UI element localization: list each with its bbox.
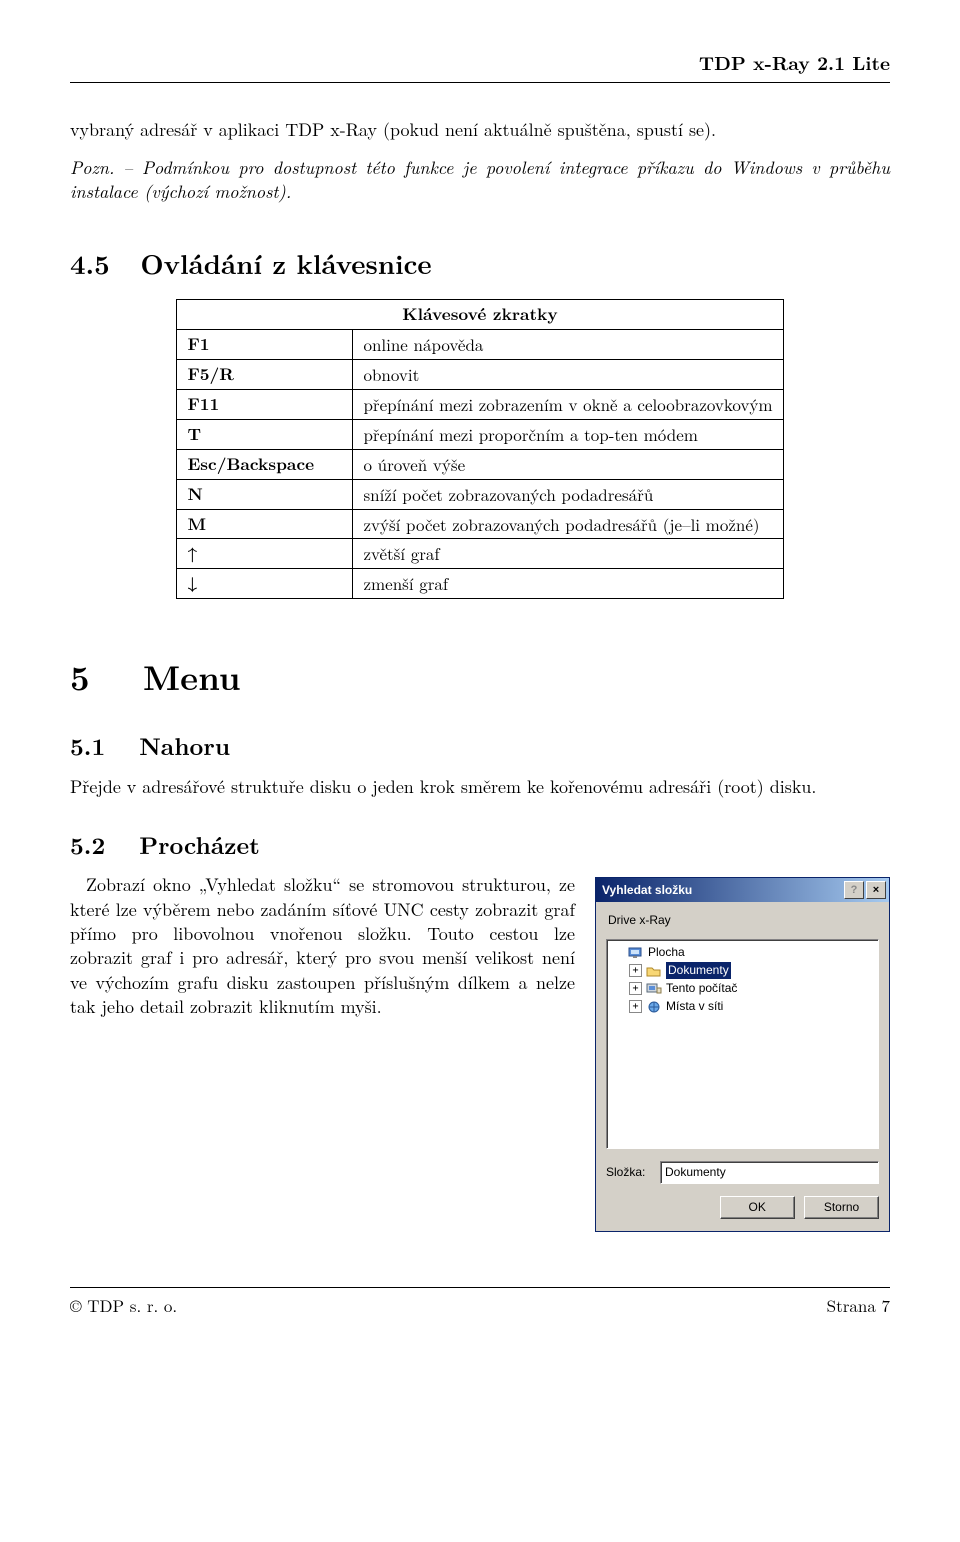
dialog-titlebar[interactable]: Vyhledat složku ? × xyxy=(596,878,889,902)
paragraph: vybraný adresář v aplikaci TDP x-Ray (po… xyxy=(70,118,890,142)
browse-folder-dialog: Vyhledat složku ? × Drive x-Ray Plocha + xyxy=(595,877,890,1231)
network-icon xyxy=(646,1000,662,1014)
page-footer: © TDP s. r. o. Strana 7 xyxy=(70,1287,890,1317)
folder-tree[interactable]: Plocha + Dokumenty + Tento počítač xyxy=(606,939,879,1149)
page-header: TDP x-Ray 2.1 Lite xyxy=(70,50,890,83)
cancel-button[interactable]: Storno xyxy=(804,1196,879,1219)
expand-icon[interactable]: + xyxy=(629,964,642,977)
section-number: 4.5 xyxy=(70,245,130,281)
section-title: Menu xyxy=(143,652,240,701)
paragraph: Zobrazí okno „Vyhledat složku“ se stromo… xyxy=(70,873,575,1019)
computer-icon xyxy=(646,982,662,996)
table-row: Esc/Backspaceo úroveň výše xyxy=(177,449,783,479)
tree-item-label: Plocha xyxy=(648,944,685,960)
note-paragraph: Pozn. – Podmínkou pro dostupnost této fu… xyxy=(70,156,890,205)
table-title: Klávesové zkratky xyxy=(177,299,783,329)
section-heading-5: 5 Menu xyxy=(70,654,890,700)
table-row: Tpřepínání mezi proporčním a top-ten mód… xyxy=(177,419,783,449)
tree-item-computer[interactable]: + Tento počítač xyxy=(611,980,874,998)
folder-field-label: Složka: xyxy=(606,1164,660,1180)
close-icon[interactable]: × xyxy=(866,881,886,899)
subsection-heading-5-1: 5.1 Nahoru xyxy=(70,730,890,762)
table-row: Nsníží počet zobrazovaných podadresářů xyxy=(177,479,783,509)
note-body: – Podmínkou pro dostupnost této funkce j… xyxy=(70,155,890,204)
table-row: F1online nápověda xyxy=(177,329,783,359)
tree-item-label: Místa v síti xyxy=(666,998,723,1014)
dialog-subtitle: Drive x-Ray xyxy=(608,912,879,928)
folder-icon xyxy=(646,964,662,978)
footer-right: Strana 7 xyxy=(827,1294,890,1317)
subsection-number: 5.2 xyxy=(70,829,130,861)
table-row: ↑zvětší graf xyxy=(177,539,783,569)
footer-left: © TDP s. r. o. xyxy=(70,1294,827,1317)
folder-input[interactable] xyxy=(660,1161,879,1184)
tree-item-network[interactable]: + Místa v síti xyxy=(611,998,874,1016)
table-row: Mzvýší počet zobrazovaných podadresářů (… xyxy=(177,509,783,539)
ok-button[interactable]: OK xyxy=(720,1196,795,1219)
subsection-title: Nahoru xyxy=(139,729,230,763)
keyboard-shortcuts-table: Klávesové zkratky F1online nápověda F5/R… xyxy=(176,299,783,599)
table-row: ↓zmenší graf xyxy=(177,569,783,599)
tree-item-label: Dokumenty xyxy=(666,962,731,978)
help-icon[interactable]: ? xyxy=(844,881,864,899)
paragraph: Přejde v adresářové struktuře disku o je… xyxy=(70,775,890,799)
tree-item-documents[interactable]: + Dokumenty xyxy=(611,962,874,980)
tree-item-desktop[interactable]: Plocha xyxy=(611,944,874,962)
subsection-heading-5-2: 5.2 Procházet xyxy=(70,829,890,861)
section-heading-4-5: 4.5 Ovládání z klávesnice xyxy=(70,245,890,281)
dialog-title: Vyhledat složku xyxy=(602,882,692,898)
section-number: 5 xyxy=(70,654,130,700)
table-row: F5/Robnovit xyxy=(177,359,783,389)
table-row: F11přepínání mezi zobrazením v okně a ce… xyxy=(177,389,783,419)
expand-icon[interactable]: + xyxy=(629,1000,642,1013)
subsection-title: Procházet xyxy=(139,828,260,862)
tree-item-label: Tento počítač xyxy=(666,980,737,996)
desktop-icon xyxy=(628,946,644,960)
section-title: Ovládání z klávesnice xyxy=(140,243,431,282)
note-label: Pozn. xyxy=(70,155,114,180)
expand-icon[interactable]: + xyxy=(629,982,642,995)
subsection-number: 5.1 xyxy=(70,730,130,762)
